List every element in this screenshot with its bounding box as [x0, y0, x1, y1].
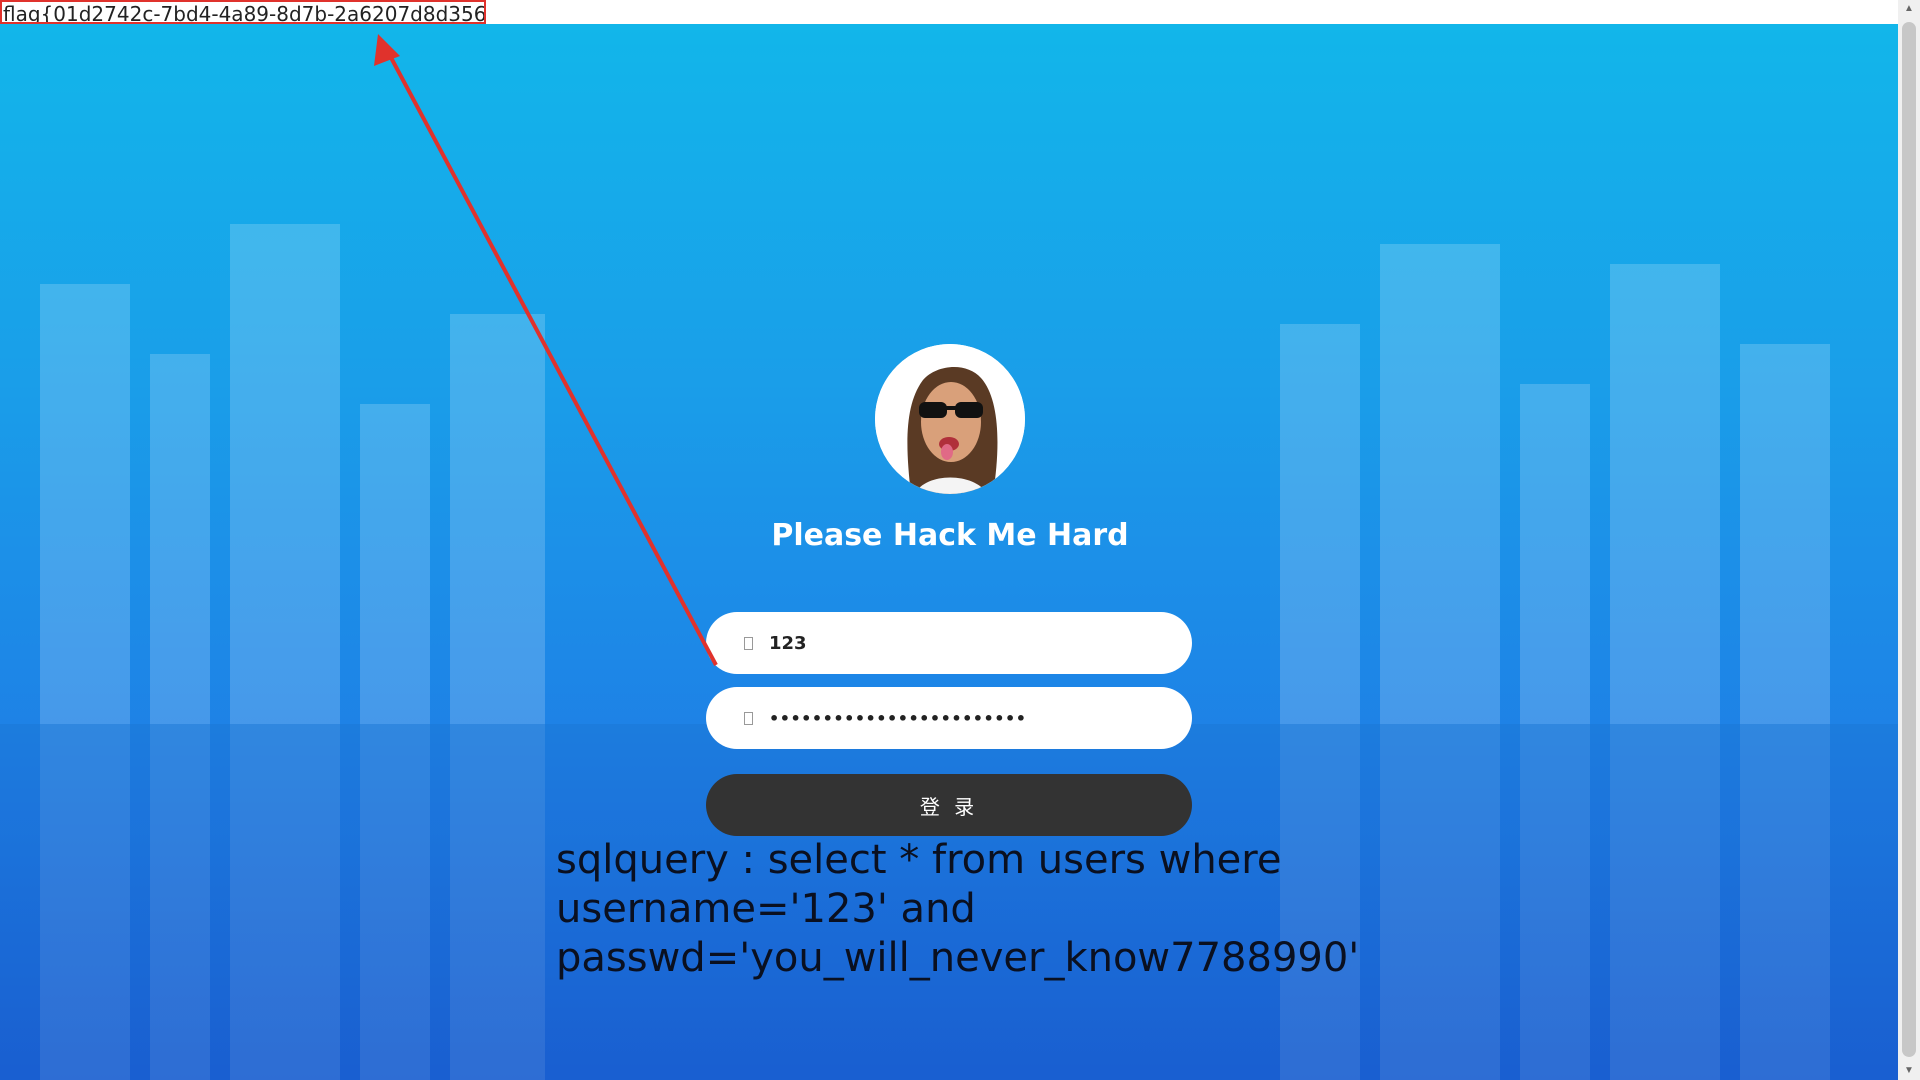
user-icon — [744, 636, 753, 650]
login-title: Please Hack Me Hard — [771, 518, 1129, 553]
sql-query-output: sqlquery : select * from users where use… — [556, 836, 1416, 983]
chevron-down-icon[interactable]: ▼ — [1898, 1062, 1920, 1080]
avatar-image — [875, 344, 1025, 494]
sql-query-line-2: username='123' and — [556, 886, 976, 932]
flag-text: flag{01d2742c-7bd4-4a89-8d7b-2a6207d8d35… — [0, 0, 486, 24]
login-background: Please Hack Me Hard 123 ••••••••••••••••… — [0, 24, 1898, 1080]
vertical-scrollbar[interactable]: ▲ ▼ — [1898, 0, 1920, 1080]
sql-query-line-1: sqlquery : select * from users where — [556, 837, 1282, 883]
password-value: •••••••••••••••••••••••• — [769, 708, 1027, 728]
username-input[interactable]: 123 — [706, 612, 1192, 674]
chevron-up-icon[interactable]: ▲ — [1898, 0, 1920, 18]
password-input[interactable]: •••••••••••••••••••••••• — [706, 687, 1192, 749]
login-button[interactable]: 登 录 — [706, 774, 1192, 836]
username-value: 123 — [769, 632, 807, 654]
page-top-strip: flag{01d2742c-7bd4-4a89-8d7b-2a6207d8d35… — [0, 0, 1898, 24]
lock-icon — [744, 711, 753, 725]
sql-query-line-3: passwd='you_will_never_know7788990' — [556, 935, 1360, 981]
avatar — [875, 344, 1025, 494]
scrollbar-thumb[interactable] — [1902, 22, 1916, 1057]
